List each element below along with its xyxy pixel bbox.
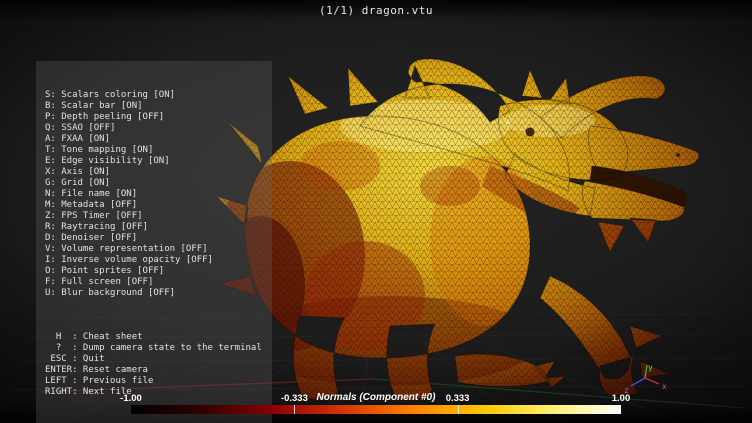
cheat-sheet-toggle: A: FXAA [ON] <box>45 134 263 145</box>
cheat-sheet-toggle: O: Point sprites [OFF] <box>45 266 263 277</box>
scalar-bar: Normals (Component #0) -1.00-0.3330.3331… <box>131 392 621 414</box>
scalar-bar-tick-label: 0.333 <box>446 393 470 404</box>
window-title: (1/1) dragon.vtu <box>0 4 752 17</box>
scalar-bar-title: Normals (Component #0) <box>317 392 436 403</box>
cheat-sheet-command: ENTER: Reset camera <box>45 365 263 376</box>
cheat-sheet-toggle: M: Metadata [OFF] <box>45 200 263 211</box>
cheat-sheet-toggle: T: Tone mapping [ON] <box>45 145 263 156</box>
axes-widget: x y z <box>622 362 670 396</box>
y-axis-line <box>645 365 647 378</box>
cheat-sheet-toggle: D: Denoiser [OFF] <box>45 233 263 244</box>
cheat-sheet-toggle: G: Grid [ON] <box>45 178 263 189</box>
cheat-sheet-toggles: S: Scalars coloring [ON]B: Scalar bar [O… <box>45 90 263 299</box>
cheat-sheet-toggle: N: File name [ON] <box>45 189 263 200</box>
cheat-sheet-commands: H : Cheat sheet ? : Dump camera state to… <box>45 332 263 398</box>
scalar-bar-labels: Normals (Component #0) -1.00-0.3330.3331… <box>131 392 621 404</box>
cheat-sheet-toggle: X: Axis [ON] <box>45 167 263 178</box>
cheat-sheet-command: ? : Dump camera state to the terminal <box>45 343 263 354</box>
x-axis-line <box>645 378 659 384</box>
cheat-sheet-toggle: E: Edge visibility [ON] <box>45 156 263 167</box>
cheat-sheet-toggle: S: Scalars coloring [ON] <box>45 90 263 101</box>
3d-viewport[interactable]: (1/1) dragon.vtu S: Scalars coloring [ON… <box>0 0 752 423</box>
scalar-bar-tick <box>458 405 459 414</box>
dragon-model <box>200 26 715 414</box>
scalar-bar-gradient <box>131 405 621 414</box>
cheat-sheet-toggle: V: Volume representation [OFF] <box>45 244 263 255</box>
scalar-bar-tick-label: -1.00 <box>120 393 142 404</box>
scalar-bar-tick-label: -0.333 <box>281 393 308 404</box>
cheat-sheet-command: ESC : Quit <box>45 354 263 365</box>
z-axis-line <box>631 378 645 386</box>
cheat-sheet-toggle: Z: FPS Timer [OFF] <box>45 211 263 222</box>
cheat-sheet-toggle: B: Scalar bar [ON] <box>45 101 263 112</box>
cheat-sheet-toggle: Q: SSAO [OFF] <box>45 123 263 134</box>
z-axis-label: z <box>624 386 629 395</box>
x-axis-label: x <box>662 382 667 391</box>
cheat-sheet-panel: S: Scalars coloring [ON]B: Scalar bar [O… <box>36 61 272 423</box>
cheat-sheet-toggle: P: Depth peeling [OFF] <box>45 112 263 123</box>
cheat-sheet-toggle: U: Blur background [OFF] <box>45 288 263 299</box>
y-axis-label: y <box>648 363 653 372</box>
scalar-bar-tick <box>294 405 295 414</box>
cheat-sheet-command: H : Cheat sheet <box>45 332 263 343</box>
cheat-sheet-toggle: R: Raytracing [OFF] <box>45 222 263 233</box>
cheat-sheet-toggle: I: Inverse volume opacity [OFF] <box>45 255 263 266</box>
cheat-sheet-command: LEFT : Previous file <box>45 376 263 387</box>
cheat-sheet-toggle: F: Full screen [OFF] <box>45 277 263 288</box>
